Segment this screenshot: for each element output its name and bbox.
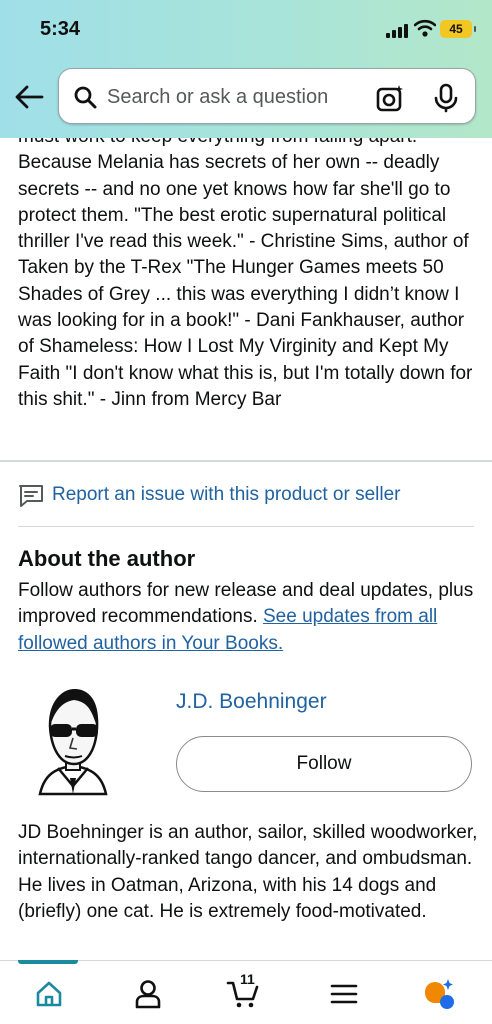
menu-icon[interactable] bbox=[327, 977, 361, 1011]
status-bar: 5:34 45 bbox=[0, 0, 492, 56]
microphone-icon[interactable] bbox=[433, 83, 459, 113]
about-author-text: Follow authors for new release and deal … bbox=[18, 578, 478, 657]
search-input[interactable] bbox=[107, 83, 367, 111]
rufus-icon[interactable] bbox=[421, 977, 455, 1011]
product-detail-content: must work to keep everything from fallin… bbox=[0, 138, 492, 960]
follow-author-button[interactable]: Follow bbox=[176, 736, 472, 792]
report-flag-icon bbox=[19, 485, 43, 507]
top-header: 5:34 45 bbox=[0, 0, 492, 138]
cart-count-badge: 11 bbox=[240, 971, 255, 987]
account-icon[interactable] bbox=[131, 977, 165, 1011]
bottom-navigation: 11 bbox=[0, 960, 492, 1024]
section-divider bbox=[0, 460, 492, 462]
author-portrait[interactable] bbox=[30, 686, 116, 796]
section-divider bbox=[18, 526, 474, 527]
cellular-signal-icon bbox=[386, 22, 410, 38]
home-icon[interactable] bbox=[32, 977, 66, 1011]
active-tab-indicator bbox=[18, 960, 78, 964]
report-issue-label[interactable]: Report an issue with this product or sel… bbox=[52, 484, 401, 506]
author-bio: JD Boehninger is an author, sailor, skil… bbox=[18, 822, 478, 922]
back-arrow-icon[interactable] bbox=[14, 84, 44, 110]
status-time: 5:34 bbox=[40, 18, 81, 40]
search-icon bbox=[74, 86, 97, 109]
product-description: must work to keep everything from fallin… bbox=[18, 138, 473, 410]
report-issue-link[interactable]: Report an issue with this product or sel… bbox=[18, 482, 478, 510]
search-bar[interactable] bbox=[58, 68, 476, 124]
author-name-link[interactable]: J.D. Boehninger bbox=[176, 690, 327, 714]
camera-search-icon[interactable] bbox=[375, 83, 405, 113]
wifi-icon bbox=[414, 19, 436, 37]
about-author-heading: About the author bbox=[18, 546, 196, 571]
battery-indicator: 45 bbox=[440, 20, 476, 38]
